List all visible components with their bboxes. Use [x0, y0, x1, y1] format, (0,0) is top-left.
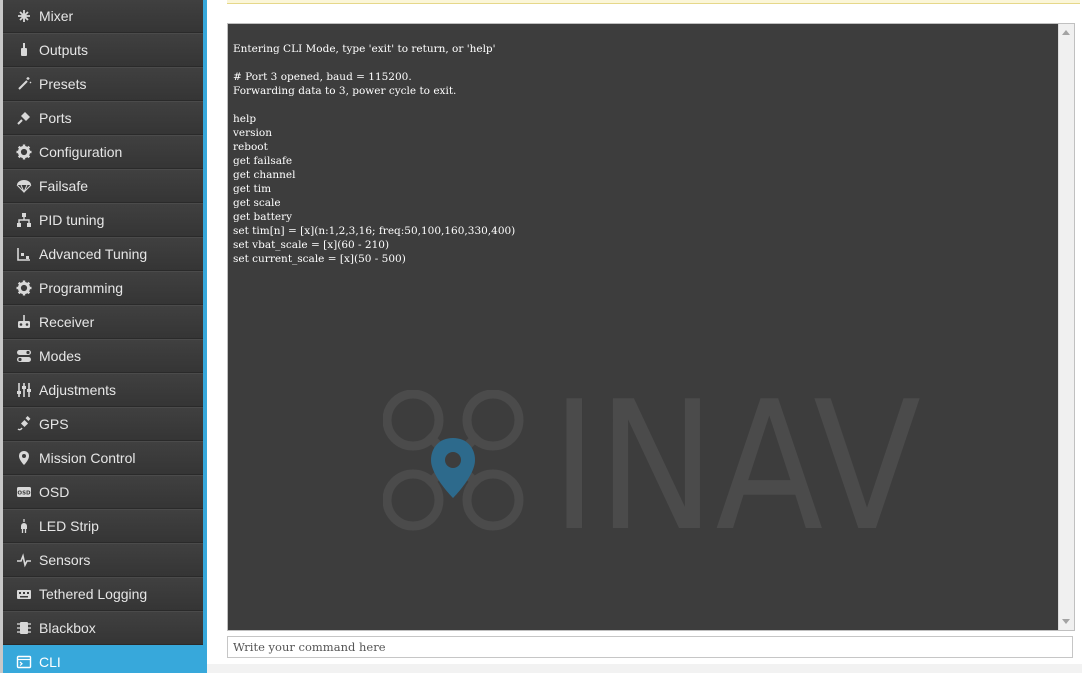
- sidebar-item-label: LED Strip: [39, 518, 99, 534]
- logging-icon: [16, 586, 32, 602]
- watermark-text: INAV: [551, 390, 921, 535]
- sidebar-item-label: Failsafe: [39, 178, 89, 194]
- chip-icon: [16, 620, 32, 636]
- sidebar-item-adjustments[interactable]: Adjustments: [3, 373, 203, 407]
- cli-output-line: set current_scale = [x](50 - 500): [233, 253, 406, 265]
- sidebar-item-failsafe[interactable]: Failsafe: [3, 169, 203, 203]
- cli-output-line: Entering CLI Mode, type 'exit' to return…: [233, 43, 496, 55]
- cli-output-line: get tim: [233, 183, 272, 195]
- cli-output-line: get failsafe: [233, 155, 293, 167]
- cli-console[interactable]: INAV Entering CLI Mode, type 'exit' to r…: [227, 23, 1075, 631]
- sidebar-item-programming[interactable]: Programming: [3, 271, 203, 305]
- cli-output-area: INAV Entering CLI Mode, type 'exit' to r…: [228, 24, 1058, 630]
- cli-output-text: Entering CLI Mode, type 'exit' to return…: [233, 42, 515, 266]
- cli-output-line: set tim[n] = [x](n:1,2,3,16; freq:50,100…: [233, 225, 516, 237]
- sidebar-item-label: GPS: [39, 416, 69, 432]
- gear-icon: [16, 144, 32, 160]
- mixer-icon: [16, 8, 32, 24]
- parachute-icon: [16, 178, 32, 194]
- sidebar-item-cli[interactable]: CLI: [3, 645, 203, 673]
- sidebar-item-label: Programming: [39, 280, 124, 296]
- sidebar-item-gps[interactable]: GPS: [3, 407, 203, 441]
- svg-text:OSD: OSD: [17, 491, 31, 497]
- sidebar: Mixer Outputs Presets Ports Configuration Fai…: [0, 0, 207, 673]
- cli-output-line: version: [233, 127, 272, 139]
- sidebar-item-presets[interactable]: Presets: [3, 67, 203, 101]
- sidebar-item-led-strip[interactable]: LED Strip: [3, 509, 203, 543]
- scroll-down-icon[interactable]: [1062, 619, 1070, 624]
- sidebar-item-label: Sensors: [39, 552, 91, 568]
- satellite-icon: [16, 416, 32, 432]
- sidebar-item-label: Receiver: [39, 314, 95, 330]
- sidebar-item-label: PID tuning: [39, 212, 105, 228]
- cli-output-line: [233, 56, 515, 70]
- inav-logo-watermark: INAV: [383, 390, 921, 535]
- console-scrollbar[interactable]: [1058, 24, 1074, 630]
- receiver-icon: [16, 314, 32, 330]
- led-icon: [16, 518, 32, 534]
- motor-icon: [16, 42, 32, 58]
- sidebar-item-receiver[interactable]: Receiver: [3, 305, 203, 339]
- sidebar-item-label: OSD: [39, 484, 70, 500]
- cli-output-line: get battery: [233, 211, 293, 223]
- sidebar-item-label: Blackbox: [39, 620, 96, 636]
- sidebar-item-label: Advanced Tuning: [39, 246, 148, 262]
- sidebar-item-label: Presets: [39, 76, 87, 92]
- cli-output-line: help: [233, 113, 257, 125]
- sidebar-item-configuration[interactable]: Configuration: [3, 135, 203, 169]
- cli-output-line: # Port 3 opened, baud = 115200.: [233, 71, 412, 83]
- sidebar-item-label: Modes: [39, 348, 82, 364]
- cli-output-line: [233, 98, 515, 112]
- sidebar-item-advanced-tuning[interactable]: Advanced Tuning: [3, 237, 203, 271]
- sidebar-item-modes[interactable]: Modes: [3, 339, 203, 373]
- sidebar-item-label: Ports: [39, 110, 72, 126]
- sidebar-item-outputs[interactable]: Outputs: [3, 33, 203, 67]
- sidebar-nav: Mixer Outputs Presets Ports Configuration Fai…: [3, 0, 203, 673]
- sidebar-item-label: Outputs: [39, 42, 89, 58]
- sidebar-item-label: CLI: [39, 654, 61, 670]
- cli-output-line: get channel: [233, 169, 296, 181]
- terminal-icon: [16, 654, 32, 670]
- cli-output-line: get scale: [233, 197, 281, 209]
- sidebar-item-sensors[interactable]: Sensors: [3, 543, 203, 577]
- notice-banner: [227, 0, 1080, 4]
- app-window: Mixer Outputs Presets Ports Configuration Fai…: [0, 0, 1082, 673]
- plug-icon: [16, 110, 32, 126]
- cli-output-line: reboot: [233, 141, 268, 153]
- sidebar-item-label: Mixer: [39, 8, 74, 24]
- modes-icon: [16, 348, 32, 364]
- sidebar-item-ports[interactable]: Ports: [3, 101, 203, 135]
- cli-command-input[interactable]: [227, 636, 1073, 658]
- sidebar-item-label: Tethered Logging: [39, 586, 148, 602]
- cli-tab-content: INAV Entering CLI Mode, type 'exit' to r…: [207, 0, 1082, 673]
- map-pin-icon: [16, 450, 32, 466]
- sidebar-item-tethered-logging[interactable]: Tethered Logging: [3, 577, 203, 611]
- network-icon: [16, 212, 32, 228]
- sidebar-item-pid-tuning[interactable]: PID tuning: [3, 203, 203, 237]
- osd-icon: OSD: [16, 484, 32, 500]
- sidebar-item-mission-control[interactable]: Mission Control: [3, 441, 203, 475]
- cli-output-line: set vbat_scale = [x](60 - 210): [233, 239, 390, 251]
- sidebar-item-osd[interactable]: OSD OSD: [3, 475, 203, 509]
- sliders-icon: [16, 382, 32, 398]
- scroll-up-icon[interactable]: [1062, 30, 1070, 35]
- wand-icon: [16, 76, 32, 92]
- sidebar-item-mixer[interactable]: Mixer: [3, 0, 203, 33]
- gear-icon: [16, 280, 32, 296]
- cli-output-line: Forwarding data to 3, power cycle to exi…: [233, 85, 457, 97]
- sidebar-item-blackbox[interactable]: Blackbox: [3, 611, 203, 645]
- tuning-icon: [16, 246, 32, 262]
- sidebar-item-label: Adjustments: [39, 382, 117, 398]
- sidebar-item-label: Mission Control: [39, 450, 136, 466]
- sidebar-item-label: Configuration: [39, 144, 123, 160]
- footer-strip: [207, 664, 1082, 673]
- pulse-icon: [16, 552, 32, 568]
